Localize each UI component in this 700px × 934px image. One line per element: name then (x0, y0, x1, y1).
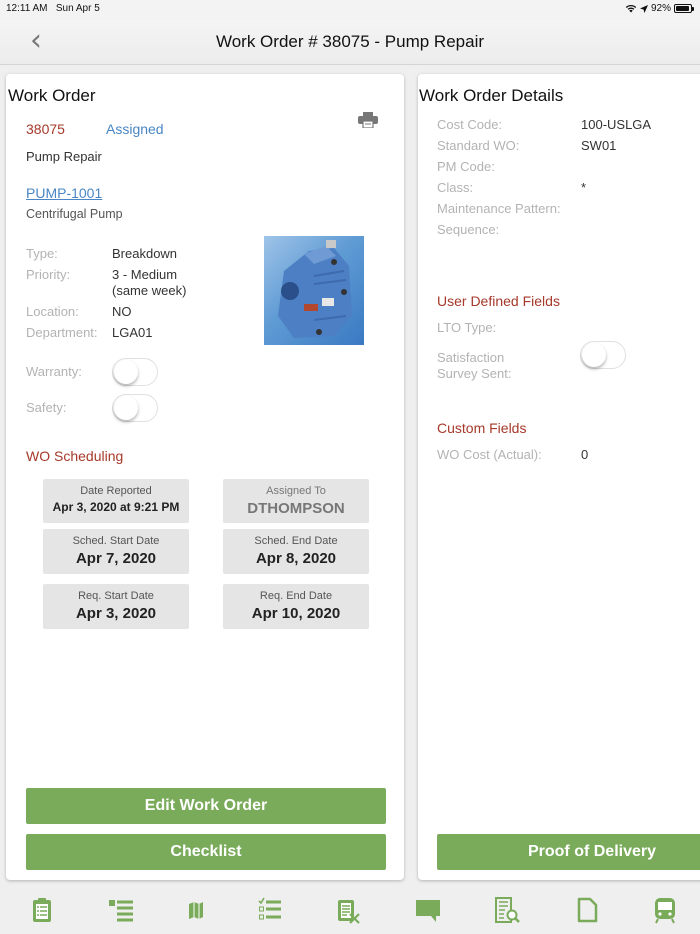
priority-label: Priority: (26, 267, 71, 282)
req-end-box[interactable]: Req. End Date Apr 10, 2020 (223, 584, 369, 629)
assigned-to-value: DTHOMPSON (247, 500, 345, 517)
status-badge: Assigned (106, 121, 164, 137)
asset-image (264, 236, 364, 345)
type-value: Breakdown (112, 246, 178, 261)
assigned-to-label: Assigned To (266, 485, 326, 497)
wifi-icon (625, 4, 637, 13)
location-label: Location: (26, 304, 79, 319)
sched-start-box[interactable]: Sched. Start Date Apr 7, 2020 (43, 529, 189, 574)
page-title: Work Order # 38075 - Pump Repair (215, 32, 485, 51)
wo-number: 38075 (26, 121, 65, 137)
edit-work-order-button[interactable]: Edit Work Order (26, 788, 386, 824)
toggle-knob (114, 396, 138, 420)
cost-code-value: 100-USLGA (581, 117, 652, 132)
battery-percent: 92% (650, 3, 671, 14)
priority-value: 3 - Medium (same week) (112, 267, 187, 298)
toggle-knob (582, 343, 606, 367)
req-start-box[interactable]: Req. Start Date Apr 3, 2020 (43, 584, 189, 629)
printer-icon[interactable] (358, 112, 378, 128)
sched-end-box[interactable]: Sched. End Date Apr 8, 2020 (223, 529, 369, 574)
req-start-value: Apr 3, 2020 (75, 605, 157, 622)
work-order-panel: Work Order 38075 Assigned Pump Repair PU… (6, 74, 404, 880)
req-end-value: Apr 10, 2020 (251, 605, 341, 622)
sequence-label: Sequence: (437, 222, 500, 237)
asset-description: Centrifugal Pump (26, 207, 123, 221)
user-defined-fields-heading: User Defined Fields (437, 293, 560, 309)
battery-icon (674, 4, 694, 13)
sched-end-value: Apr 8, 2020 (255, 550, 337, 567)
work-order-details-panel: Work Order Details Cost Code: 100-USLGA … (418, 74, 700, 880)
standard-wo-value: SW01 (581, 138, 617, 153)
pm-code-label: PM Code: (437, 159, 495, 174)
assigned-to-box[interactable]: Assigned To DTHOMPSON (223, 479, 369, 523)
sched-end-label: Sched. End Date (254, 535, 338, 547)
custom-fields-heading: Custom Fields (437, 420, 527, 436)
class-label: Class: (437, 180, 474, 195)
train-icon[interactable] (651, 896, 679, 924)
map-icon[interactable] (182, 896, 210, 924)
comment-icon[interactable] (414, 896, 442, 924)
type-label: Type: (26, 246, 58, 261)
survey-sent-label: Satisfaction Survey Sent: (437, 350, 512, 381)
cost-code-label: Cost Code: (437, 117, 503, 132)
bottom-tab-bar (0, 886, 700, 934)
asset-link[interactable]: PUMP-1001 (26, 185, 102, 201)
wo-cost-value: 0 (581, 447, 589, 462)
status-bar: 12:11 AM Sun Apr 5 92% (0, 0, 700, 20)
wo-description: Pump Repair (26, 149, 102, 164)
lto-type-label: LTO Type: (437, 320, 497, 335)
date-reported-label: Date Reported (80, 485, 152, 497)
class-value: * (581, 180, 587, 195)
status-right: 92% (625, 3, 694, 14)
checklist-button[interactable]: Checklist (26, 834, 386, 870)
location-value: NO (112, 304, 132, 319)
date-reported-value: Apr 3, 2020 at 9:21 PM (52, 500, 180, 514)
sched-start-label: Sched. Start Date (72, 535, 160, 547)
date-reported-box: Date Reported Apr 3, 2020 at 9:21 PM (43, 479, 189, 523)
wo-cost-label: WO Cost (Actual): (437, 447, 542, 462)
clipboard-list-icon[interactable] (28, 896, 56, 924)
req-start-label: Req. Start Date (78, 590, 154, 602)
req-end-label: Req. End Date (259, 590, 333, 602)
work-order-heading: Work Order (8, 86, 96, 105)
department-label: Department: (26, 325, 98, 340)
location-arrow-icon (639, 4, 648, 13)
sched-start-value: Apr 7, 2020 (75, 550, 157, 567)
toggle-knob (114, 360, 138, 384)
status-time: 12:11 AM Sun Apr 5 (6, 3, 100, 14)
standard-wo-label: Standard WO: (437, 138, 520, 153)
safety-toggle[interactable] (112, 394, 158, 422)
document-search-icon[interactable] (493, 896, 521, 924)
safety-label: Safety: (26, 400, 67, 415)
warranty-toggle[interactable] (112, 358, 158, 386)
list-icon[interactable] (107, 896, 135, 924)
warranty-label: Warranty: (26, 364, 82, 379)
checklist-icon[interactable] (256, 896, 284, 924)
clipboard-cancel-icon[interactable] (334, 896, 362, 924)
file-icon[interactable] (573, 896, 601, 924)
proof-of-delivery-button[interactable]: Proof of Delivery (437, 834, 700, 870)
department-value: LGA01 (112, 325, 153, 340)
maintenance-pattern-label: Maintenance Pattern: (437, 201, 561, 216)
survey-sent-toggle[interactable] (580, 341, 626, 369)
wo-scheduling-heading: WO Scheduling (26, 448, 124, 464)
nav-bar: ‹ Work Order # 38075 - Pump Repair (0, 20, 700, 65)
details-heading: Work Order Details (419, 86, 564, 105)
